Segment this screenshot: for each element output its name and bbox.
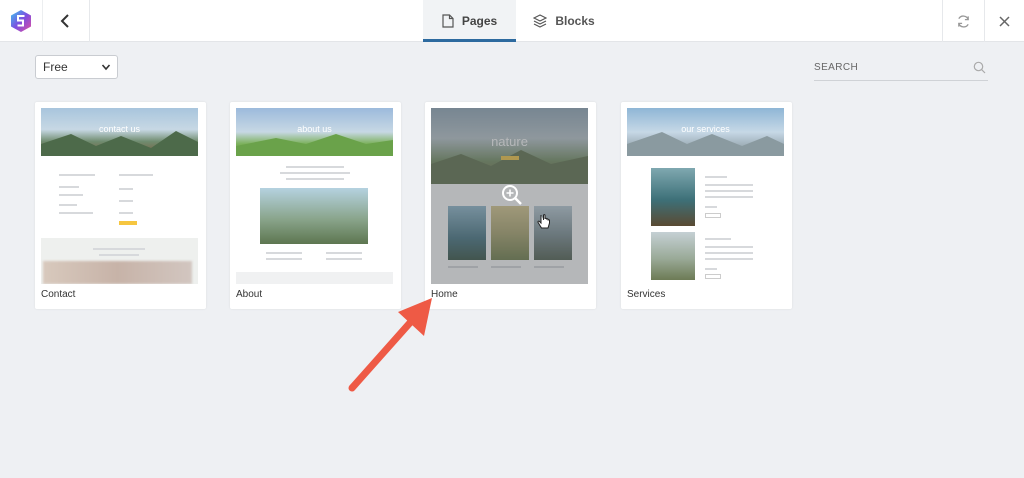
template-card-contact[interactable]: contact us Contact [35,102,206,309]
hero-title: about us [297,124,332,134]
template-thumbnail: about us [236,108,393,284]
tab-blocks-label: Blocks [555,14,595,28]
template-thumbnail: our services [627,108,784,284]
search-input[interactable] [814,56,964,78]
close-icon [999,15,1010,27]
card-label: About [236,289,263,300]
template-card-about[interactable]: about us About [230,102,401,309]
page-icon [442,14,454,28]
card-label: Services [627,289,666,300]
top-bar: Pages Blocks [0,0,1024,42]
template-card-home[interactable]: nature Home [425,102,596,309]
hand-cursor-icon [537,214,550,229]
hero-title: contact us [98,124,141,134]
tab-pages-label: Pages [461,14,498,28]
search-icon[interactable] [973,61,986,74]
app-logo[interactable] [0,0,42,42]
tab-blocks[interactable]: Blocks [526,0,602,42]
tab-pages[interactable]: Pages [423,0,516,42]
chevron-down-icon [101,64,111,71]
template-card-services[interactable]: our services Services [621,102,792,309]
zoom-in-icon[interactable] [501,184,523,206]
template-thumbnail: contact us [41,108,198,284]
annotation-arrow [348,298,432,392]
card-label: Contact [41,289,76,300]
logo-icon [11,10,31,32]
template-thumbnail: nature [431,108,588,284]
hero-title: our services [681,124,730,134]
category-filter-select[interactable]: Free [35,55,118,79]
filter-selected-value: Free [43,60,68,74]
refresh-icon [958,14,969,28]
search-box [814,56,988,81]
close-button[interactable] [984,0,1024,42]
refresh-button[interactable] [942,0,984,42]
chevron-left-icon [60,14,69,28]
layers-icon [533,14,548,28]
back-button[interactable] [42,0,90,42]
